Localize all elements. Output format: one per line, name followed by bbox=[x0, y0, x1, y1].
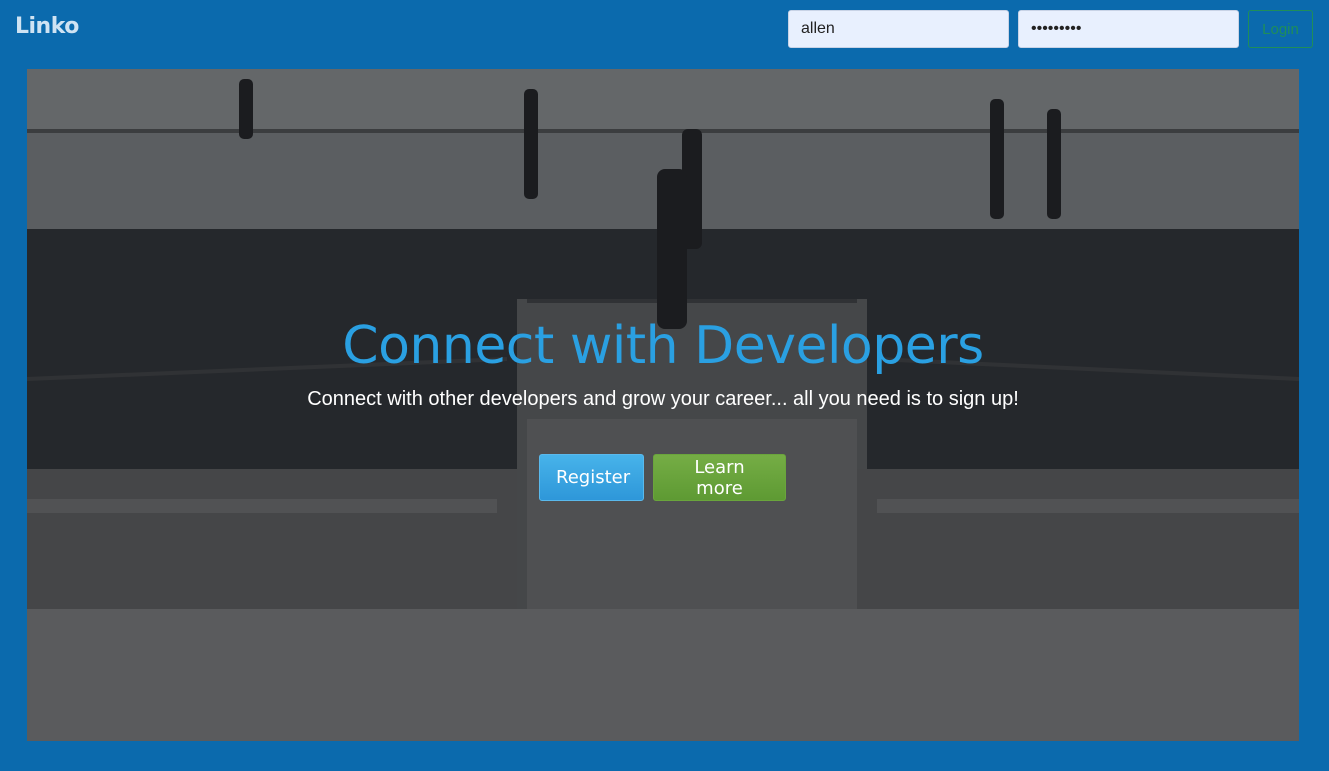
navbar: Linko Login bbox=[0, 0, 1329, 62]
learn-more-button[interactable]: Learn more bbox=[653, 454, 786, 501]
hero-section: Connect with Developers Connect with oth… bbox=[27, 69, 1299, 741]
hero-buttons: Register Learn more bbox=[539, 454, 786, 501]
hero-title: Connect with Developers bbox=[342, 316, 984, 376]
register-button[interactable]: Register bbox=[539, 454, 644, 501]
login-form: Login bbox=[788, 10, 1313, 48]
login-button[interactable]: Login bbox=[1248, 10, 1313, 48]
brand-logo[interactable]: Linko bbox=[15, 14, 79, 39]
hero-subtitle: Connect with other developers and grow y… bbox=[307, 388, 1019, 410]
password-input[interactable] bbox=[1018, 10, 1239, 48]
username-input[interactable] bbox=[788, 10, 1009, 48]
hero-content: Connect with Developers Connect with oth… bbox=[27, 69, 1299, 741]
